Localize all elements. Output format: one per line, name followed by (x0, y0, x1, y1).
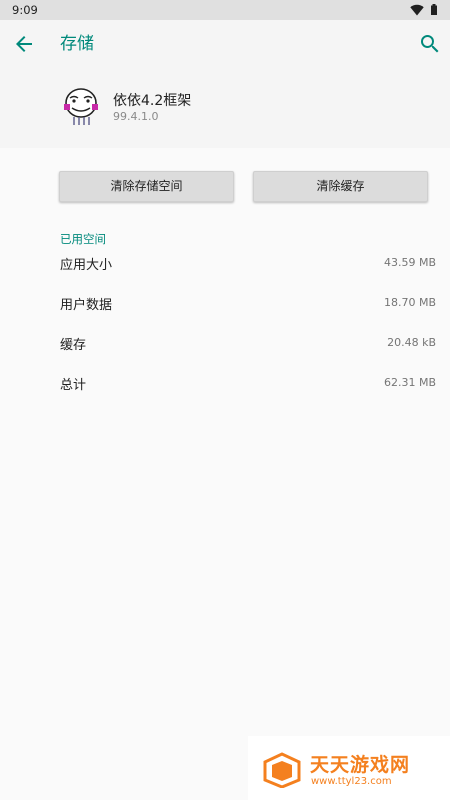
watermark-logo-icon (263, 752, 301, 788)
app-icon (64, 88, 98, 125)
clear-storage-button[interactable]: 清除存储空间 (59, 171, 234, 202)
app-size-value: 43.59 MB (383, 256, 436, 269)
wifi-icon (410, 4, 424, 16)
user-data-label: 用户数据 (60, 298, 113, 313)
section-title: 已用空间 (60, 232, 106, 246)
user-data-value: 18.70 MB (383, 296, 436, 309)
search-icon[interactable] (418, 32, 442, 56)
app-version: 99.4.1.0 (113, 110, 159, 123)
page-title: 存储 (60, 34, 94, 54)
status-time: 9:09 (12, 3, 38, 17)
clear-cache-button[interactable]: 清除缓存 (253, 171, 428, 202)
cache-label: 缓存 (60, 338, 87, 353)
cache-value: 20.48 kB (387, 336, 436, 349)
app-bar: 存储 (0, 20, 450, 68)
watermark-url: www.ttyl23.com (311, 776, 392, 787)
total-value: 62.31 MB (383, 376, 436, 389)
back-arrow-icon[interactable] (12, 32, 36, 56)
status-bar: 9:09 (0, 0, 450, 20)
app-size-label: 应用大小 (60, 258, 113, 273)
watermark-title: 天天游戏网 (310, 754, 411, 776)
app-name: 依依4.2框架 (113, 93, 192, 109)
battery-icon (431, 4, 437, 15)
app-header: 依依4.2框架 99.4.1.0 (0, 68, 450, 148)
total-label: 总计 (60, 378, 87, 393)
watermark: 天天游戏网 www.ttyl23.com (248, 736, 450, 800)
